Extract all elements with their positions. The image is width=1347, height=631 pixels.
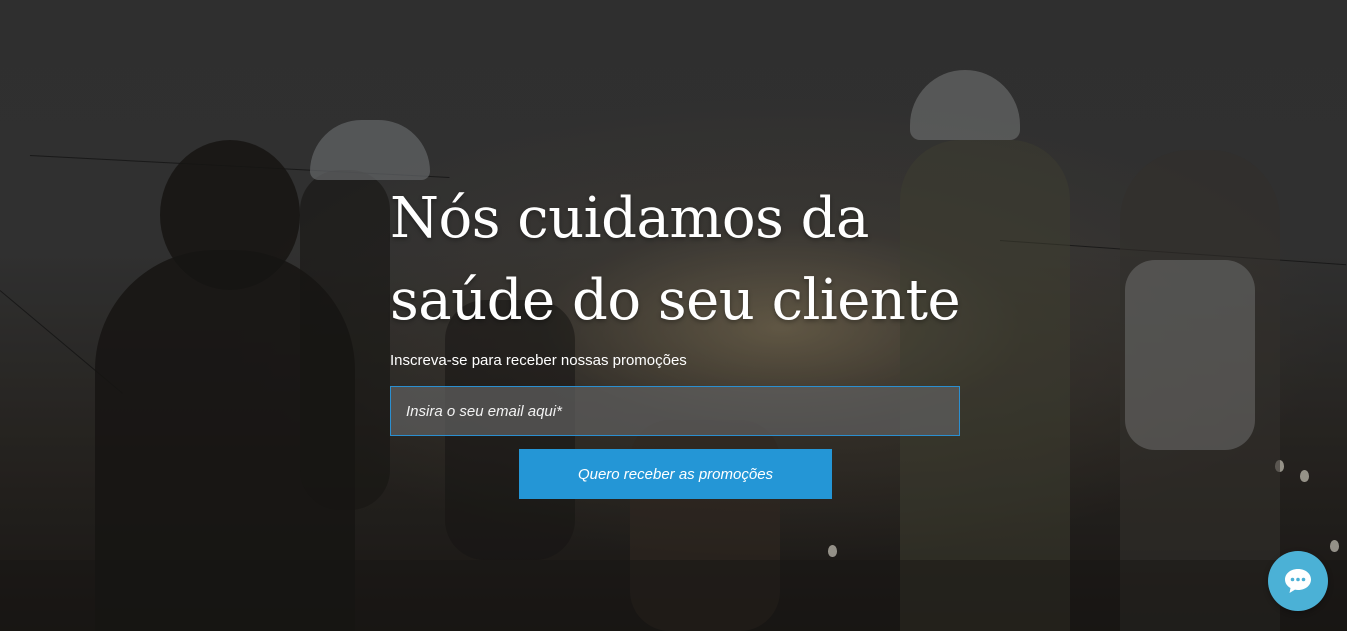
headline-line-2: saúde do seu cliente <box>390 268 961 333</box>
subscribe-button[interactable]: Quero receber as promoções <box>519 449 832 499</box>
chat-widget-button[interactable] <box>1268 551 1328 611</box>
chat-bubble-icon <box>1283 567 1313 595</box>
signup-subtitle: Inscreva-se para receber nossas promoçõe… <box>390 352 687 369</box>
email-field[interactable] <box>390 386 960 436</box>
page-title: Nós cuidamos da saúde do seu cliente <box>390 178 970 342</box>
hero-section: Nós cuidamos da saúde do seu cliente Ins… <box>0 0 1347 631</box>
signup-panel: Nós cuidamos da saúde do seu cliente Ins… <box>390 178 970 499</box>
headline-line-1: Nós cuidamos da <box>390 186 869 251</box>
